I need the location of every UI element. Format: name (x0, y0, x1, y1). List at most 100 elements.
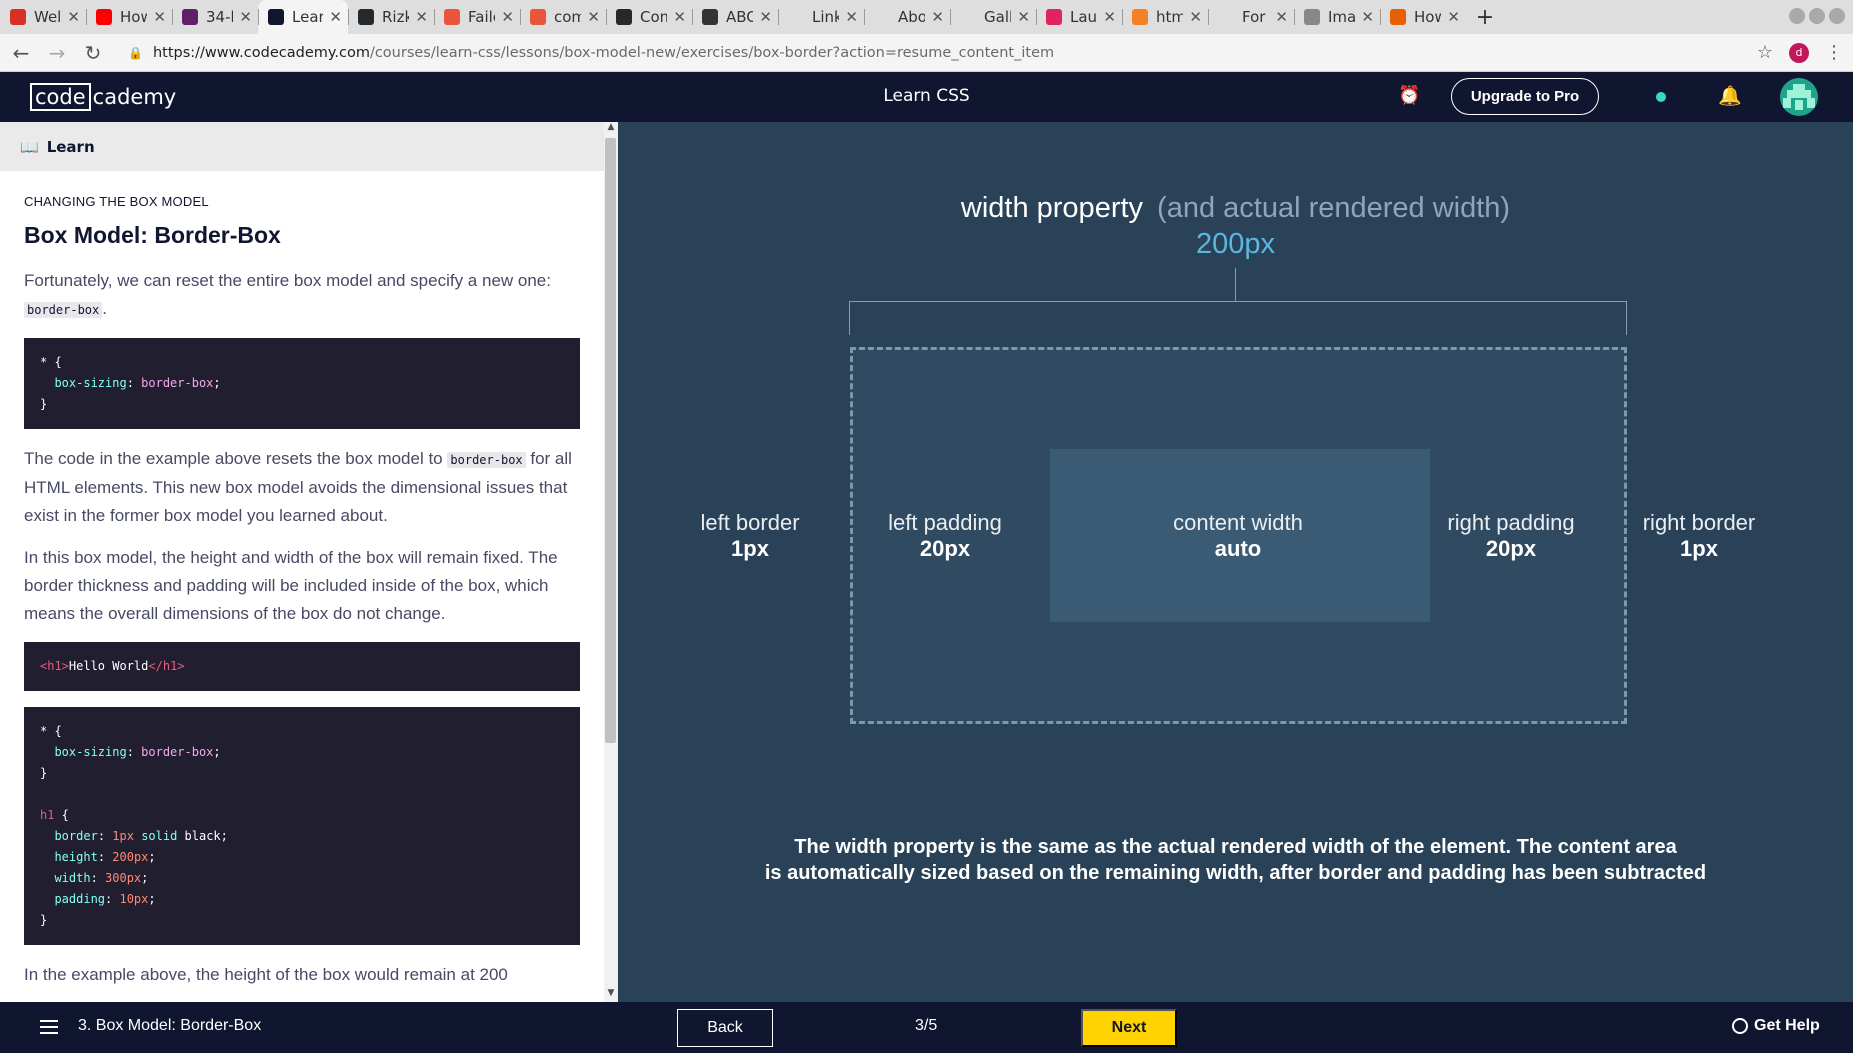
tab-title: How (1414, 8, 1442, 26)
tab-title: 34-hu (206, 8, 233, 26)
close-tab-icon[interactable]: ✕ (501, 8, 514, 26)
youtube-icon (96, 9, 112, 25)
browser-tab[interactable]: Rizky ✕ (348, 0, 434, 34)
width-pointer-line (1235, 268, 1236, 301)
book-icon: 📖 (20, 137, 39, 156)
lock-icon: 🔒 (128, 45, 143, 60)
close-tab-icon[interactable]: ✕ (239, 8, 252, 26)
tab-title: About (898, 8, 926, 26)
window-controls (1789, 8, 1845, 24)
address-bar-actions: ☆ d ⋮ (1757, 42, 1843, 63)
close-tab-icon[interactable]: ✕ (673, 8, 686, 26)
tab-title: html (1156, 8, 1184, 26)
close-window-button[interactable] (1829, 8, 1845, 24)
browser-tab-bar: Welcome ✕ How to ✕ 34-hu ✕ Learn ✕ Rizky ✕ Failed ✕… (0, 0, 1853, 34)
tab-title: Failed (468, 8, 495, 26)
alarm-clock-icon[interactable]: ⏰ (1398, 85, 1420, 106)
close-tab-icon[interactable]: ✕ (1189, 8, 1202, 26)
instructions-panel: 📖 Learn CHANGING THE BOX MODEL Box Model… (0, 122, 618, 1002)
right-padding-label: right padding 20px (1401, 510, 1621, 562)
right-border-value: 1px (1680, 536, 1718, 561)
new-tab-button[interactable]: + (1466, 0, 1504, 34)
browser-tab[interactable]: Link ✕ (778, 0, 864, 34)
browser-tab[interactable]: Imag ✕ (1294, 0, 1380, 34)
browser-menu-icon[interactable]: ⋮ (1825, 42, 1843, 63)
right-padding-text: right padding (1447, 510, 1575, 535)
tab-strip: Welcome ✕ How to ✕ 34-hu ✕ Learn ✕ Rizky ✕ Failed ✕… (0, 0, 1466, 34)
browser-tab[interactable]: For M ✕ (1208, 0, 1294, 34)
close-tab-icon[interactable]: ✕ (931, 8, 944, 26)
close-tab-icon[interactable]: ✕ (153, 8, 166, 26)
width-bracket (849, 301, 1627, 335)
close-tab-icon[interactable]: ✕ (759, 8, 772, 26)
browser-tab[interactable]: html ✕ (1122, 0, 1208, 34)
reload-icon[interactable]: ↻ (78, 41, 108, 65)
get-help-label: Get Help (1754, 1017, 1820, 1034)
paragraph-2-start: The code in the example above resets the… (24, 449, 443, 468)
blank-icon (874, 9, 890, 25)
profile-avatar[interactable]: d (1789, 42, 1809, 63)
scrollbar-thumb[interactable] (605, 138, 616, 743)
get-help-button[interactable]: Get Help (1732, 1017, 1820, 1035)
browser-tab[interactable]: Galle ✕ (950, 0, 1036, 34)
paragraph-3: In this box model, the height and width … (24, 548, 558, 623)
code-block-3: * { box-sizing: border-box; } h1 { borde… (24, 707, 580, 945)
browser-tab[interactable]: Laure ✕ (1036, 0, 1122, 34)
close-tab-icon[interactable]: ✕ (67, 8, 80, 26)
next-button[interactable]: Next (1081, 1009, 1177, 1047)
close-tab-icon[interactable]: ✕ (415, 8, 428, 26)
hamburger-menu-icon[interactable] (40, 1020, 58, 1034)
back-button[interactable]: Back (677, 1009, 773, 1047)
github-icon (616, 9, 632, 25)
close-tab-icon[interactable]: ✕ (845, 8, 858, 26)
maximize-button[interactable] (1809, 8, 1825, 24)
close-tab-icon[interactable]: ✕ (1447, 8, 1460, 26)
url-field[interactable]: 🔒 https://www.codecademy.com/courses/lea… (128, 45, 1054, 61)
tab-title: Galle (984, 8, 1012, 26)
user-avatar[interactable] (1780, 78, 1818, 116)
bottom-nav-bar: 3. Box Model: Border-Box Back 3/5 Next G… (0, 1002, 1853, 1053)
caption-line-2: is automatically sized based on the rema… (764, 862, 1707, 884)
browser-tab[interactable]: About ✕ (864, 0, 950, 34)
ask-icon (444, 9, 460, 25)
browser-tab[interactable]: Learn ✕ (258, 0, 348, 34)
github-icon (358, 9, 374, 25)
diagram-caption: The width property is the same as the ac… (618, 834, 1853, 886)
browser-tab[interactable]: 34-hu ✕ (172, 0, 258, 34)
browser-tab[interactable]: Welcome ✕ (0, 0, 86, 34)
scroll-up-icon[interactable]: ▲ (604, 122, 618, 136)
browser-tab[interactable]: comm ✕ (520, 0, 606, 34)
right-border-text: right border (1642, 510, 1756, 535)
minimize-button[interactable] (1789, 8, 1805, 24)
browser-tab[interactable]: How to ✕ (86, 0, 172, 34)
bookmark-star-icon[interactable]: ☆ (1757, 42, 1773, 63)
browser-tab[interactable]: Failed ✕ (434, 0, 520, 34)
upgrade-to-pro-button[interactable]: Upgrade to Pro (1451, 78, 1599, 115)
browser-tab[interactable]: How ✕ (1380, 0, 1466, 34)
inline-code: border-box (447, 452, 526, 468)
close-tab-icon[interactable]: ✕ (1275, 8, 1288, 26)
learn-tab[interactable]: 📖 Learn (0, 122, 604, 171)
ask-icon (530, 9, 546, 25)
close-tab-icon[interactable]: ✕ (329, 8, 342, 26)
lesson-name[interactable]: 3. Box Model: Border-Box (78, 1017, 261, 1035)
back-nav-icon[interactable]: ← (6, 41, 36, 65)
close-tab-icon[interactable]: ✕ (1017, 8, 1030, 26)
scroll-down-icon[interactable]: ▼ (604, 988, 618, 1002)
site-header: code cademy Learn CSS ⏰ Upgrade to Pro 🔔 (0, 72, 1853, 122)
slack-icon (182, 9, 198, 25)
browser-tab[interactable]: ABOUT ✕ (692, 0, 778, 34)
close-tab-icon[interactable]: ✕ (1103, 8, 1116, 26)
caption-line-1: The width property is the same as the ac… (794, 836, 1677, 858)
notification-bell-icon[interactable]: 🔔 (1718, 84, 1742, 107)
browser-tab[interactable]: Comm ✕ (606, 0, 692, 34)
lesson-content: CHANGING THE BOX MODEL Box Model: Border… (24, 194, 580, 1003)
tab-title: Laure (1070, 8, 1098, 26)
close-tab-icon[interactable]: ✕ (587, 8, 600, 26)
forward-nav-icon[interactable]: → (42, 41, 72, 65)
tab-title: Learn (292, 8, 324, 26)
tab-title: How to (120, 8, 148, 26)
left-padding-value: 20px (919, 536, 971, 561)
lifebuoy-icon (1732, 1018, 1748, 1034)
close-tab-icon[interactable]: ✕ (1361, 8, 1374, 26)
